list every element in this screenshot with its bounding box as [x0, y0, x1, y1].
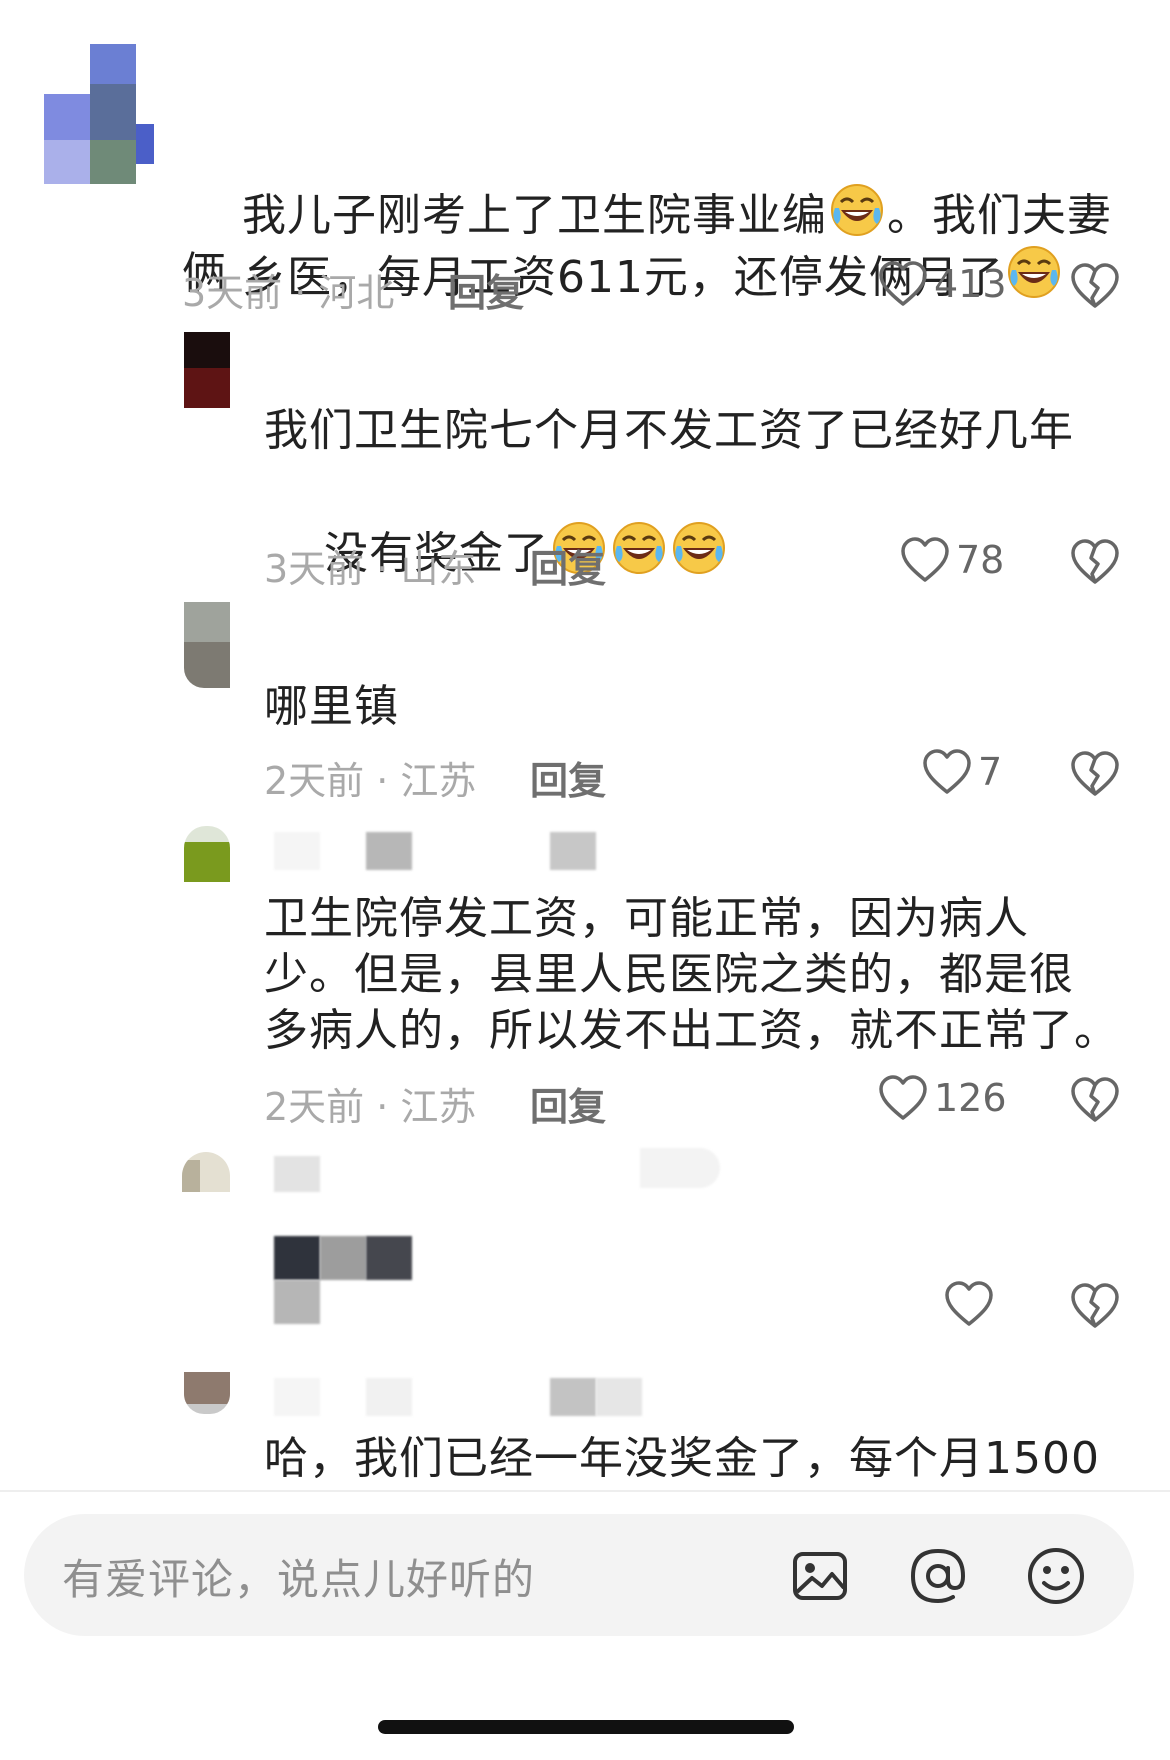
laughing-emoji-icon: [612, 521, 666, 575]
content-redacted: [366, 1236, 412, 1280]
like-count: 78: [956, 538, 1005, 582]
avatar[interactable]: [182, 1152, 230, 1192]
comment-text: 卫生院停发工资，可能正常，因为病人: [264, 893, 1029, 944]
username-redacted: [366, 832, 412, 870]
comment-input-placeholder[interactable]: 有爱评论，说点儿好听的: [62, 1546, 535, 1607]
content-redacted: [320, 1236, 366, 1280]
username-redacted: [274, 832, 320, 870]
comment-text: 我们卫生院七个月不发工资了已经好几年: [264, 405, 1074, 456]
username-redacted: [640, 1148, 720, 1188]
avatar[interactable]: [184, 332, 230, 412]
reply-button[interactable]: 回复: [530, 1076, 606, 1131]
broken-heart-icon[interactable]: [1070, 1282, 1120, 1330]
heart-outline-icon: [879, 261, 927, 306]
content-redacted: [274, 1236, 320, 1280]
like-count: 413: [934, 262, 1007, 306]
broken-heart-icon[interactable]: [1070, 262, 1120, 310]
username-redacted: [274, 1378, 320, 1416]
content-redacted: [274, 1280, 320, 1324]
comment-text: 哪里镇: [264, 681, 399, 732]
comment-time-location: 2天前 · 江苏: [264, 1085, 477, 1129]
username-redacted: [550, 1378, 596, 1416]
reply-button[interactable]: 回复: [448, 262, 524, 317]
username-redacted: [274, 1156, 320, 1192]
laughing-emoji-icon: [672, 521, 726, 575]
comment-time-location: 3天前 · 河北: [182, 271, 395, 315]
comment-text: 哈，我们已经一年没奖金了，每个月1500: [264, 1433, 1100, 1484]
broken-heart-icon[interactable]: [1070, 750, 1120, 798]
heart-outline-icon: [923, 749, 971, 794]
username-redacted: [596, 1378, 642, 1416]
comment-input-bar[interactable]: 有爱评论，说点儿好听的: [24, 1514, 1134, 1636]
avatar[interactable]: [44, 44, 154, 184]
avatar[interactable]: [184, 826, 230, 886]
laughing-emoji-icon: [1007, 245, 1061, 299]
avatar[interactable]: [184, 1372, 230, 1414]
broken-heart-icon[interactable]: [1070, 1076, 1120, 1124]
comment-time-location: 2天前 · 江苏: [264, 759, 477, 803]
like-button[interactable]: 413: [878, 256, 1007, 312]
like-button[interactable]: 126: [878, 1070, 1007, 1126]
image-icon[interactable]: [790, 1546, 850, 1606]
reply-button[interactable]: 回复: [530, 750, 606, 805]
heart-outline-icon: [945, 1281, 993, 1326]
heart-outline-icon: [879, 1075, 927, 1120]
comment-text-line2: 少。但是，县里人民医院之类的，都是很: [264, 949, 1074, 1000]
like-count: 126: [934, 1076, 1007, 1120]
avatar[interactable]: [184, 602, 230, 688]
username-redacted: [550, 832, 596, 870]
username-redacted: [366, 1378, 412, 1416]
like-count: 7: [978, 750, 1003, 794]
like-button[interactable]: 78: [900, 532, 1004, 588]
reply-button[interactable]: 回复: [530, 538, 606, 593]
like-button[interactable]: [944, 1276, 1000, 1332]
at-icon[interactable]: [908, 1546, 968, 1606]
smiley-icon[interactable]: [1026, 1546, 1086, 1606]
heart-outline-icon: [901, 537, 949, 582]
home-indicator[interactable]: [378, 1720, 794, 1734]
comment-text-line3: 多病人的，所以发不出工资，就不正常了。: [264, 1005, 1119, 1056]
broken-heart-icon[interactable]: [1070, 538, 1120, 586]
like-button[interactable]: 7: [922, 744, 1002, 800]
comment-time-location: 3天前 · 山东: [264, 547, 477, 591]
